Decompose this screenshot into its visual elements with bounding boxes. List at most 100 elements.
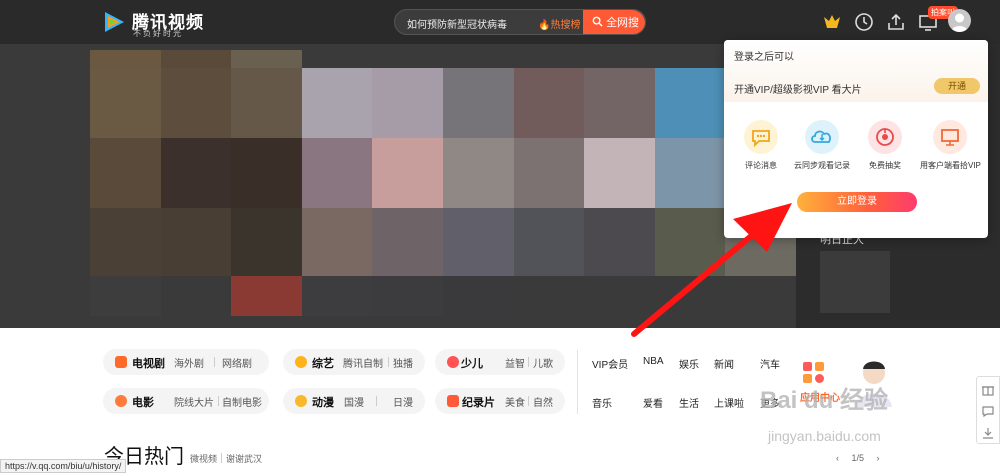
search-button[interactable]: 全网搜 (583, 10, 645, 34)
nav-kids-puzzle[interactable]: 益智 (505, 355, 525, 370)
hero-side-thumbnail[interactable] (820, 251, 890, 313)
hero-mosaic-cell (654, 276, 726, 316)
hero-mosaic-cell (301, 208, 373, 276)
nav-divider (577, 350, 578, 414)
cloud-sync-icon (805, 120, 839, 154)
nav-group-tv: 电视剧 海外剧 网络剧 (103, 349, 269, 375)
login-now-button[interactable]: 立即登录 (797, 192, 917, 212)
search-button-label: 全网搜 (606, 17, 640, 29)
hero-mosaic-cell (584, 276, 655, 316)
today-sub-microvideo[interactable]: 微视频 (190, 452, 217, 465)
user-avatar[interactable] (948, 9, 971, 32)
nav-variety[interactable]: 综艺 (312, 355, 334, 371)
nav-anime-chinese[interactable]: 国漫 (344, 394, 364, 409)
hero-mosaic-cell (442, 208, 514, 276)
nav-aikan[interactable]: 爱看 (643, 395, 663, 410)
camera-icon (447, 395, 459, 407)
popup-vip-text: 开通VIP/超级影视VIP 看大片 (734, 85, 862, 96)
login-popup: 登录之后可以 开通VIP/超级影视VIP 看大片 开通 评论消息 云同步观看记录… (724, 40, 988, 238)
feature-comment[interactable]: 评论消息 (731, 120, 791, 171)
nav-documentary[interactable]: 纪录片 (462, 394, 495, 410)
hero-mosaic-cell (301, 276, 373, 316)
hero-mosaic-cell (231, 50, 302, 68)
baidu-watermark: Bai du 经验 (760, 387, 889, 414)
nav-nba[interactable]: NBA (643, 356, 664, 367)
baidu-watermark-url: jingyan.baidu.com (768, 428, 881, 444)
hero-mosaic-cell (584, 208, 655, 276)
microphone-icon (295, 356, 307, 368)
hero-mosaic-cell (654, 68, 726, 138)
nav-tv-web[interactable]: 网络剧 (222, 355, 252, 370)
nav-life[interactable]: 生活 (679, 395, 699, 410)
hero-mosaic-cell (442, 50, 514, 68)
download-icon[interactable] (981, 426, 995, 440)
hero-mosaic-cell (231, 68, 302, 138)
hot-search-label: 热搜榜 (550, 20, 581, 31)
pager-count: 1/5 (851, 453, 865, 463)
hero-mosaic-cell (442, 276, 514, 316)
nav-class[interactable]: 上课啦 (714, 395, 744, 410)
nav-group-kids: 少儿 益智 儿歌 (435, 349, 565, 375)
nav-tv-overseas[interactable]: 海外剧 (174, 355, 204, 370)
hero-mosaic-cell (372, 208, 443, 276)
history-clock-icon[interactable] (853, 11, 875, 33)
nav-vip[interactable]: VIP会员 (592, 356, 628, 371)
monitor-icon (933, 120, 967, 154)
feature-lottery[interactable]: 免费抽奖 (855, 120, 915, 171)
separator (376, 396, 377, 406)
vip-crown-icon[interactable] (821, 11, 843, 33)
hero-mosaic-cell (513, 138, 585, 208)
kids-icon (447, 356, 459, 368)
search-box[interactable]: 如何预防新型冠状病毒 🔥热搜榜 全网搜 (394, 9, 646, 35)
search-icon (592, 16, 603, 27)
feature-label: 用客户端看拾VIP (920, 161, 981, 170)
today-sub-wuhan[interactable]: 谢谢武汉 (226, 452, 262, 465)
nav-doc-food[interactable]: 美食 (505, 394, 525, 409)
open-vip-button[interactable]: 开通 (934, 78, 980, 94)
nav-anime[interactable]: 动漫 (312, 394, 334, 410)
pager-prev-icon[interactable]: ‹ (836, 453, 839, 463)
nav-anime-japanese[interactable]: 日漫 (393, 394, 413, 409)
hero-mosaic-cell (90, 276, 161, 316)
hero-mosaic-cell (654, 50, 726, 68)
nav-movie-theatrical[interactable]: 院线大片 (174, 394, 214, 409)
pager-next-icon[interactable]: › (877, 453, 880, 463)
nav-movie[interactable]: 电影 (132, 394, 154, 410)
hero-mosaic-cell (231, 138, 302, 208)
hero-mosaic-cell (584, 50, 655, 68)
hero-mosaic-cell (725, 276, 796, 316)
hero-mosaic-cell (513, 208, 585, 276)
nav-variety-exclusive[interactable]: 独播 (393, 355, 413, 370)
hero-mosaic-cell (513, 50, 585, 68)
hero-mosaic-cell (513, 68, 585, 138)
hero-mosaic-cell (301, 138, 373, 208)
nav-doc-nature[interactable]: 自然 (533, 394, 553, 409)
separator (528, 357, 529, 367)
nav-variety-original[interactable]: 腾讯自制 (343, 355, 383, 370)
nav-movie-original[interactable]: 自制电影 (222, 394, 262, 409)
nav-entertainment[interactable]: 娱乐 (679, 356, 699, 371)
nav-kids[interactable]: 少儿 (461, 355, 483, 371)
movie-icon (115, 395, 127, 407)
gift-icon[interactable] (981, 382, 995, 396)
nav-tv[interactable]: 电视剧 (132, 355, 165, 371)
hero-pixelated-image[interactable] (90, 50, 796, 328)
feature-label: 云同步观看记录 (794, 161, 850, 170)
hero-mosaic-cell (372, 68, 443, 138)
hero-mosaic-cell (442, 68, 514, 138)
comment-icon (744, 120, 778, 154)
nav-kids-songs[interactable]: 儿歌 (533, 355, 553, 370)
nav-auto[interactable]: 汽车 (760, 356, 780, 371)
feature-cloud-sync[interactable]: 云同步观看记录 (792, 120, 852, 171)
feature-client-vip[interactable]: 用客户端看拾VIP (920, 120, 981, 171)
hot-search-link[interactable]: 🔥热搜榜 (538, 16, 580, 31)
hero-mosaic-cell (372, 138, 443, 208)
search-input[interactable]: 如何预防新型冠状病毒 (407, 16, 507, 31)
upload-icon[interactable] (885, 11, 907, 33)
nav-group-anime: 动漫 国漫 日漫 (283, 388, 425, 414)
nav-music[interactable]: 音乐 (592, 395, 612, 410)
feedback-icon[interactable] (981, 404, 995, 418)
pager: ‹ 1/5 › (836, 453, 880, 463)
nav-news[interactable]: 新闻 (714, 356, 734, 371)
tencent-video-logo[interactable]: 腾讯视频 不负好时光 (102, 8, 222, 38)
